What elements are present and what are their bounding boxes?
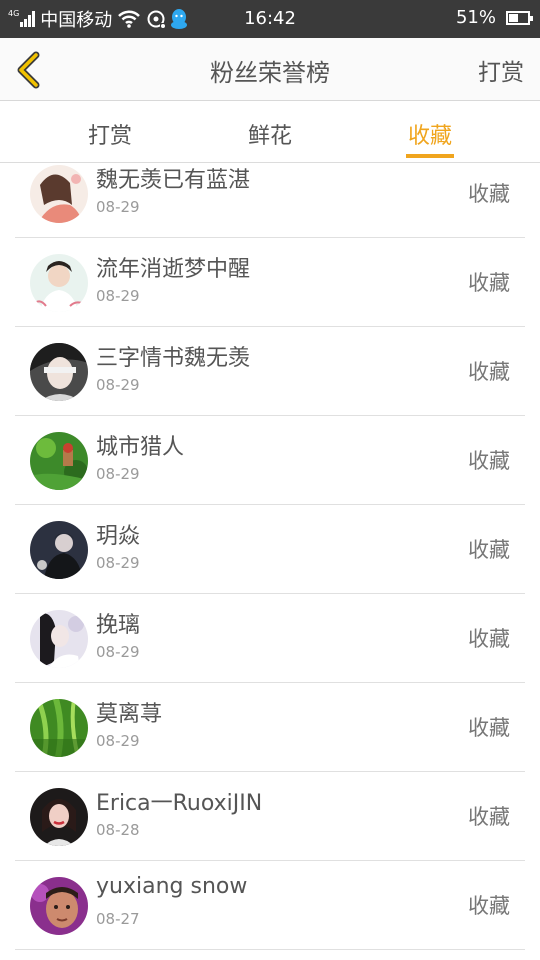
- list-item[interactable]: 挽璃 08-29 收藏: [15, 594, 525, 683]
- avatar: [30, 165, 88, 223]
- list-item[interactable]: 莫离荨 08-29 收藏: [15, 683, 525, 772]
- status-right: 51%: [455, 7, 533, 28]
- avatar: [30, 254, 88, 312]
- action-label: 收藏: [468, 716, 510, 740]
- avatar: [30, 788, 88, 846]
- avatar: [30, 343, 88, 401]
- list-item[interactable]: Erica一RuoxiJIN 08-28 收藏: [15, 772, 525, 861]
- action-label: 收藏: [468, 182, 510, 206]
- title-bar: 粉丝荣誉榜 打赏: [0, 38, 540, 101]
- user-name: 莫离荨: [96, 702, 163, 727]
- list-item[interactable]: 玥焱 08-29 收藏: [15, 505, 525, 594]
- user-name: 三字情书魏无羡: [96, 346, 251, 371]
- tab-reward[interactable]: 打赏: [60, 118, 160, 150]
- date: 08-29: [96, 554, 140, 572]
- user-name: yuxiang snow: [96, 874, 248, 899]
- user-name: 城市猎人: [96, 435, 185, 460]
- list-item[interactable]: yuxiang snow 08-27 收藏: [15, 861, 525, 950]
- date: 08-29: [96, 198, 140, 216]
- avatar: [30, 521, 88, 579]
- active-tab-indicator: [406, 154, 454, 158]
- action-label: 收藏: [468, 894, 510, 918]
- battery-percent: 51%: [455, 7, 496, 28]
- battery-icon: [506, 10, 533, 25]
- user-name: 流年消逝梦中醒: [96, 257, 251, 282]
- status-bar: 4G 中国移动 16:42 51%: [0, 0, 540, 38]
- fan-list[interactable]: 魏无羡已有蓝湛 08-29 收藏 流年消逝梦中醒 08-29 收藏 三字情书魏无…: [0, 164, 540, 960]
- action-label: 收藏: [468, 360, 510, 384]
- tab-favorites[interactable]: 收藏: [380, 118, 480, 150]
- user-name: 魏无羡已有蓝湛: [96, 168, 251, 193]
- user-name: Erica一RuoxiJIN: [96, 791, 263, 816]
- page-title: 粉丝荣誉榜: [210, 59, 330, 87]
- date: 08-29: [96, 465, 140, 483]
- date: 08-29: [96, 643, 140, 661]
- action-label: 收藏: [468, 805, 510, 829]
- date: 08-28: [96, 821, 140, 839]
- list-item[interactable]: 三字情书魏无羡 08-29 收藏: [15, 327, 525, 416]
- date: 08-29: [96, 287, 140, 305]
- battery-fill: [509, 13, 518, 22]
- date: 08-27: [96, 910, 140, 928]
- action-label: 收藏: [468, 271, 510, 295]
- action-label: 收藏: [468, 627, 510, 651]
- list-item[interactable]: 城市猎人 08-29 收藏: [15, 416, 525, 505]
- date: 08-29: [96, 376, 140, 394]
- avatar: [30, 699, 88, 757]
- avatar: [30, 432, 88, 490]
- date: 08-29: [96, 732, 140, 750]
- avatar: [30, 877, 88, 935]
- list-item[interactable]: 魏无羡已有蓝湛 08-29 收藏: [15, 164, 525, 238]
- user-name: 挽璃: [96, 613, 141, 638]
- user-name: 玥焱: [96, 524, 141, 549]
- list-item[interactable]: 流年消逝梦中醒 08-29 收藏: [15, 238, 525, 327]
- reward-button[interactable]: 打赏: [478, 53, 524, 87]
- action-label: 收藏: [468, 538, 510, 562]
- tab-bar: 打赏 鲜花 收藏: [0, 101, 540, 163]
- action-label: 收藏: [468, 449, 510, 473]
- avatar: [30, 610, 88, 668]
- tab-flowers[interactable]: 鲜花: [220, 118, 320, 150]
